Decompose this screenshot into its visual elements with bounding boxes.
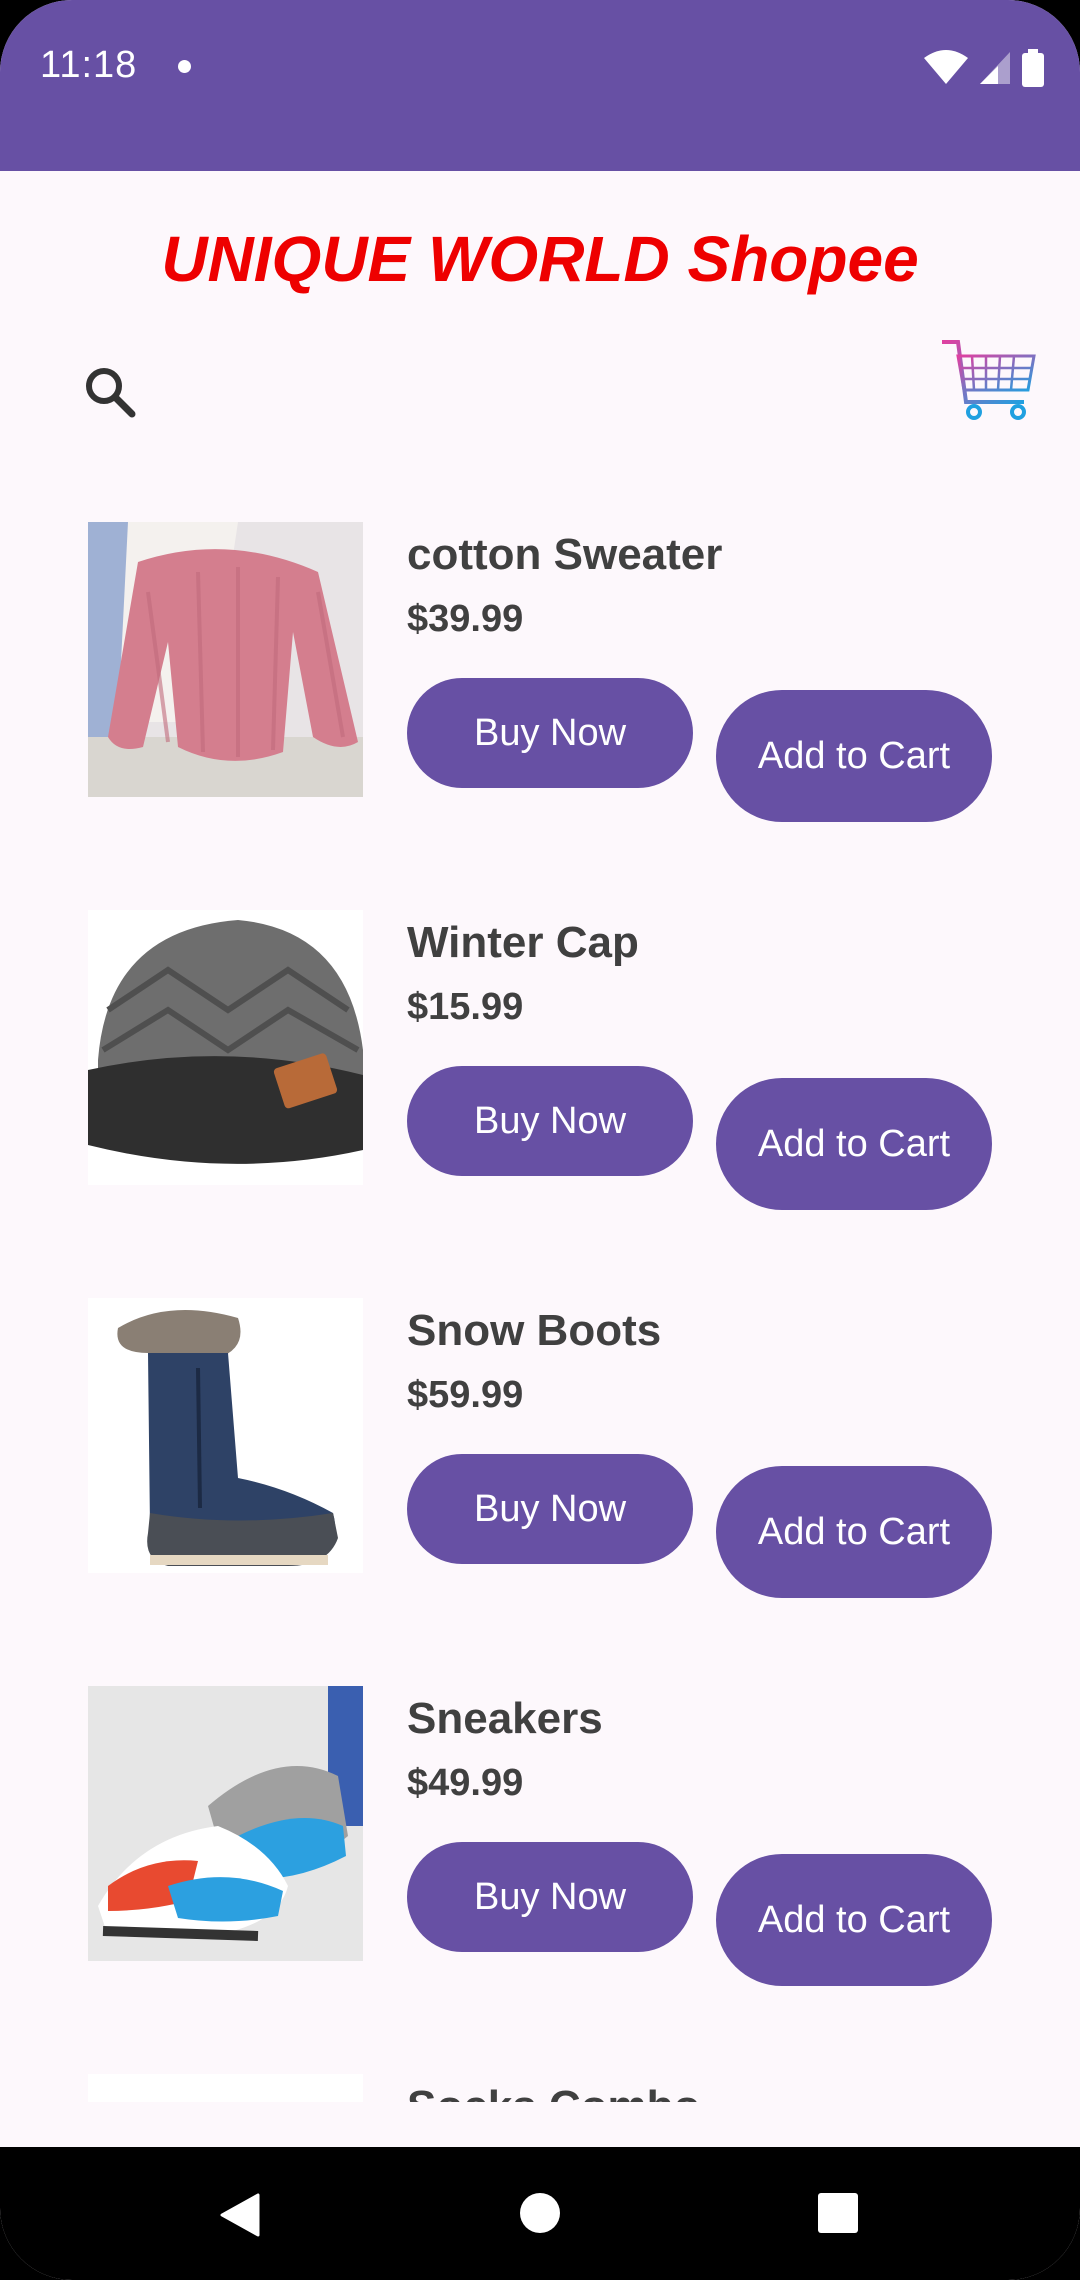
home-icon[interactable]: [520, 2193, 560, 2233]
back-icon[interactable]: [218, 2193, 260, 2237]
battery-icon: [1022, 49, 1044, 87]
search-icon[interactable]: [80, 362, 140, 422]
status-bar: 11:18: [0, 0, 1080, 171]
product-item: Socks Combo: [0, 2072, 1080, 2102]
signal-icon: [980, 52, 1010, 84]
product-name: cotton Sweater: [407, 530, 723, 579]
product-image: [88, 522, 363, 797]
product-list[interactable]: cotton Sweater $39.99 Buy Now Add to Car…: [0, 520, 1080, 2102]
product-item: Snow Boots $59.99 Buy Now Add to Cart: [0, 1296, 1080, 1598]
notification-dot-icon: [178, 60, 191, 73]
status-icons: [924, 48, 1044, 88]
navigation-bar: [0, 2147, 1080, 2280]
product-item: Sneakers $49.99 Buy Now Add to Cart: [0, 1684, 1080, 1986]
product-item: Winter Cap $15.99 Buy Now Add to Cart: [0, 908, 1080, 1210]
add-to-cart-button[interactable]: Add to Cart: [716, 1854, 992, 1986]
status-time: 11:18: [40, 44, 138, 86]
product-name: Snow Boots: [407, 1306, 662, 1355]
add-to-cart-button[interactable]: Add to Cart: [716, 690, 992, 822]
app-screen: 11:18 UNIQUE WORLD Shopee cotton Sweater…: [0, 0, 1080, 2280]
shopping-cart-icon[interactable]: [940, 338, 1036, 422]
product-image: [88, 2074, 363, 2102]
product-price: $39.99: [407, 598, 524, 640]
product-price: $59.99: [407, 1374, 524, 1416]
product-image: [88, 910, 363, 1185]
buy-now-button[interactable]: Buy Now: [407, 1066, 693, 1176]
app-title: UNIQUE WORLD Shopee: [161, 223, 919, 295]
product-name: Socks Combo: [407, 2082, 700, 2102]
buy-now-button[interactable]: Buy Now: [407, 1842, 693, 1952]
product-price: $15.99: [407, 986, 524, 1028]
buy-now-button[interactable]: Buy Now: [407, 1454, 693, 1564]
product-image: [88, 1686, 363, 1961]
product-name: Sneakers: [407, 1694, 603, 1743]
add-to-cart-button[interactable]: Add to Cart: [716, 1078, 992, 1210]
buy-now-button[interactable]: Buy Now: [407, 678, 693, 788]
add-to-cart-button[interactable]: Add to Cart: [716, 1466, 992, 1598]
product-name: Winter Cap: [407, 918, 639, 967]
product-image: [88, 1298, 363, 1573]
recents-icon[interactable]: [818, 2193, 858, 2233]
product-item: cotton Sweater $39.99 Buy Now Add to Car…: [0, 520, 1080, 822]
wifi-icon: [924, 50, 968, 84]
product-price: $49.99: [407, 1762, 524, 1804]
